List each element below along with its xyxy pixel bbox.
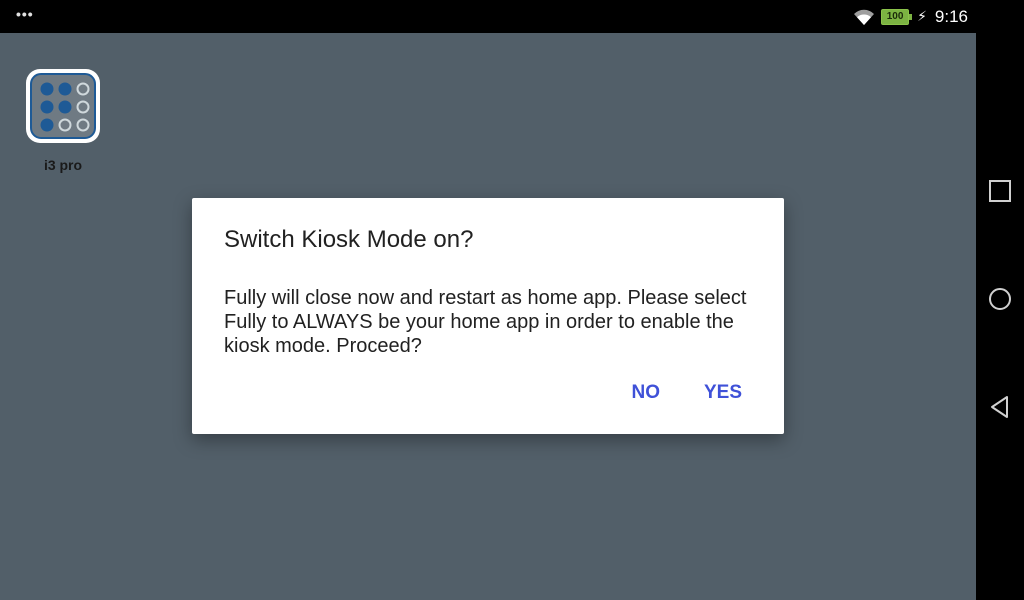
dialog-actions: NO YES <box>613 374 760 412</box>
i3-pro-app-icon[interactable] <box>26 69 100 143</box>
home-circle-icon[interactable] <box>988 287 1012 311</box>
wifi-icon <box>854 9 875 25</box>
kiosk-mode-dialog: Switch Kiosk Mode on? Fully will close n… <box>192 198 784 434</box>
navigation-bar <box>976 0 1024 600</box>
dialog-title: Switch Kiosk Mode on? <box>224 226 474 253</box>
status-bar: ••• 100 ⚡ 9:16 <box>0 0 976 33</box>
back-triangle-icon[interactable] <box>988 395 1012 419</box>
app-shortcut-i3-pro[interactable]: i3 pro <box>18 69 108 173</box>
recents-square-icon[interactable] <box>988 179 1012 203</box>
charging-bolt-icon: ⚡ <box>917 8 927 24</box>
dialog-message: Fully will close now and restart as home… <box>224 287 747 357</box>
battery-icon: 100 <box>881 8 913 25</box>
device-screen: ••• 100 ⚡ 9:16 i3 pro Switch Kiosk Mode … <box>0 0 1024 600</box>
status-icons: 100 ⚡ 9:16 <box>853 0 968 33</box>
app-label: i3 pro <box>43 157 83 173</box>
yes-button[interactable]: YES <box>686 374 760 412</box>
notification-overflow-indicator: ••• <box>16 6 34 22</box>
status-clock: 9:16 <box>934 6 968 26</box>
no-button[interactable]: NO <box>613 374 678 412</box>
